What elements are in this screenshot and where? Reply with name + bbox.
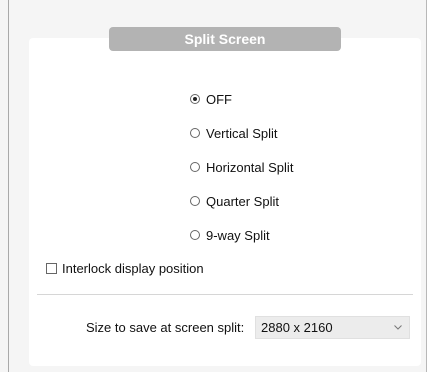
checkbox-box[interactable]: [46, 263, 57, 274]
radio-button[interactable]: [190, 162, 200, 172]
radio-button[interactable]: [190, 128, 200, 138]
radio-option-horizontal-split[interactable]: Horizontal Split: [190, 158, 293, 176]
radio-label: 9-way Split: [206, 227, 270, 243]
radio-label: Vertical Split: [206, 125, 278, 141]
size-select-value: 2880 x 2160: [261, 320, 333, 335]
interlock-display-position-checkbox[interactable]: Interlock display position: [46, 261, 204, 276]
radio-label: OFF: [206, 91, 232, 107]
size-select[interactable]: 2880 x 2160: [255, 316, 410, 339]
window-left-border: [8, 0, 9, 372]
radio-option-9-way-split[interactable]: 9-way Split: [190, 226, 270, 244]
radio-option-off[interactable]: OFF: [190, 90, 232, 108]
checkbox-label: Interlock display position: [62, 261, 204, 276]
radio-label: Horizontal Split: [206, 159, 294, 175]
chevron-down-icon: [393, 323, 403, 333]
radio-button[interactable]: [190, 196, 200, 206]
size-to-save-label: Size to save at screen split:: [86, 320, 245, 335]
radio-button[interactable]: [190, 230, 200, 240]
radio-option-quarter-split[interactable]: Quarter Split: [190, 192, 279, 210]
radio-label: Quarter Split: [206, 193, 279, 209]
radio-option-vertical-split[interactable]: Vertical Split: [190, 124, 278, 142]
radio-button-selected[interactable]: [190, 94, 200, 104]
section-title: Split Screen: [109, 27, 341, 51]
divider: [37, 294, 413, 295]
